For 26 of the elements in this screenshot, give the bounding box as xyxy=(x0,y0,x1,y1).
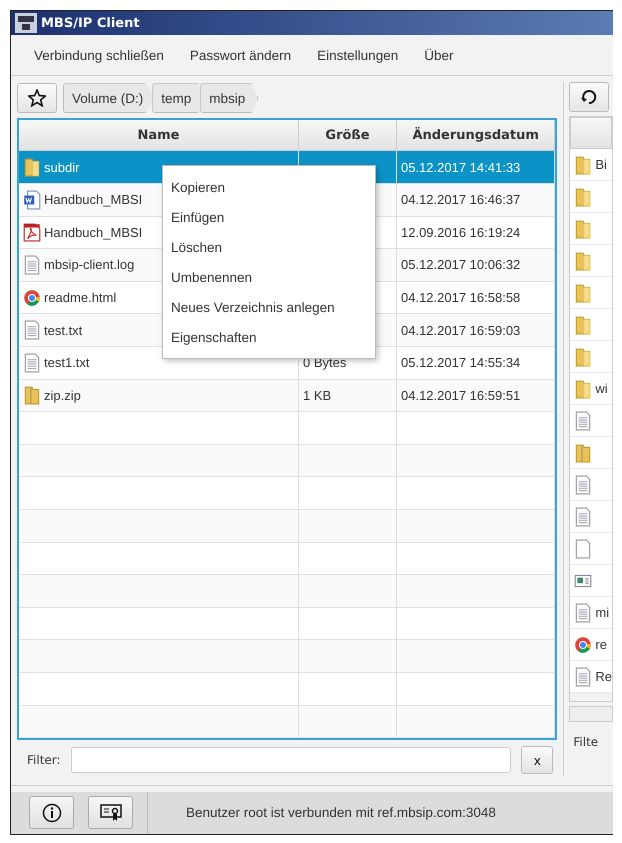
file-name: Handbuch_MBSI xyxy=(44,224,142,240)
file-name: readme.html xyxy=(44,290,116,306)
file-name: Bi xyxy=(595,157,607,172)
modified-date: 05.12.2017 14:55:34 xyxy=(401,355,520,370)
modified-date: 05.12.2017 10:06:32 xyxy=(401,257,520,272)
status-message: Benutzer root ist verbunden mit ref.mbsip.com:3048 xyxy=(186,805,496,820)
file-name: mbsip-client.log xyxy=(44,257,134,272)
file-name: wi xyxy=(595,381,608,396)
file-name: Handbuch_MBSI xyxy=(44,192,142,208)
filter-label: Filter: xyxy=(27,753,61,768)
filter-label: Filte xyxy=(573,735,598,750)
file-name: mi xyxy=(595,605,610,620)
file-name: zip.zip xyxy=(44,388,81,403)
modified-date: 05.12.2017 14:41:33 xyxy=(401,160,520,175)
modified-date: 12.09.2016 16:19:24 xyxy=(401,224,520,240)
file-size: 1 KB xyxy=(303,388,332,403)
modified-date: 04.12.2017 16:58:58 xyxy=(401,290,520,306)
modified-date: 04.12.2017 16:46:37 xyxy=(401,192,520,208)
file-name: Re xyxy=(595,669,612,684)
window-title: MBS/IP Client xyxy=(41,16,140,31)
file-name: test.txt xyxy=(44,322,82,338)
modified-date: 04.12.2017 16:59:03 xyxy=(401,322,520,338)
file-name: subdir xyxy=(44,160,80,175)
modified-date: 04.12.2017 16:59:51 xyxy=(401,388,520,403)
file-name: test1.txt xyxy=(44,355,90,370)
file-name: re xyxy=(595,637,607,652)
